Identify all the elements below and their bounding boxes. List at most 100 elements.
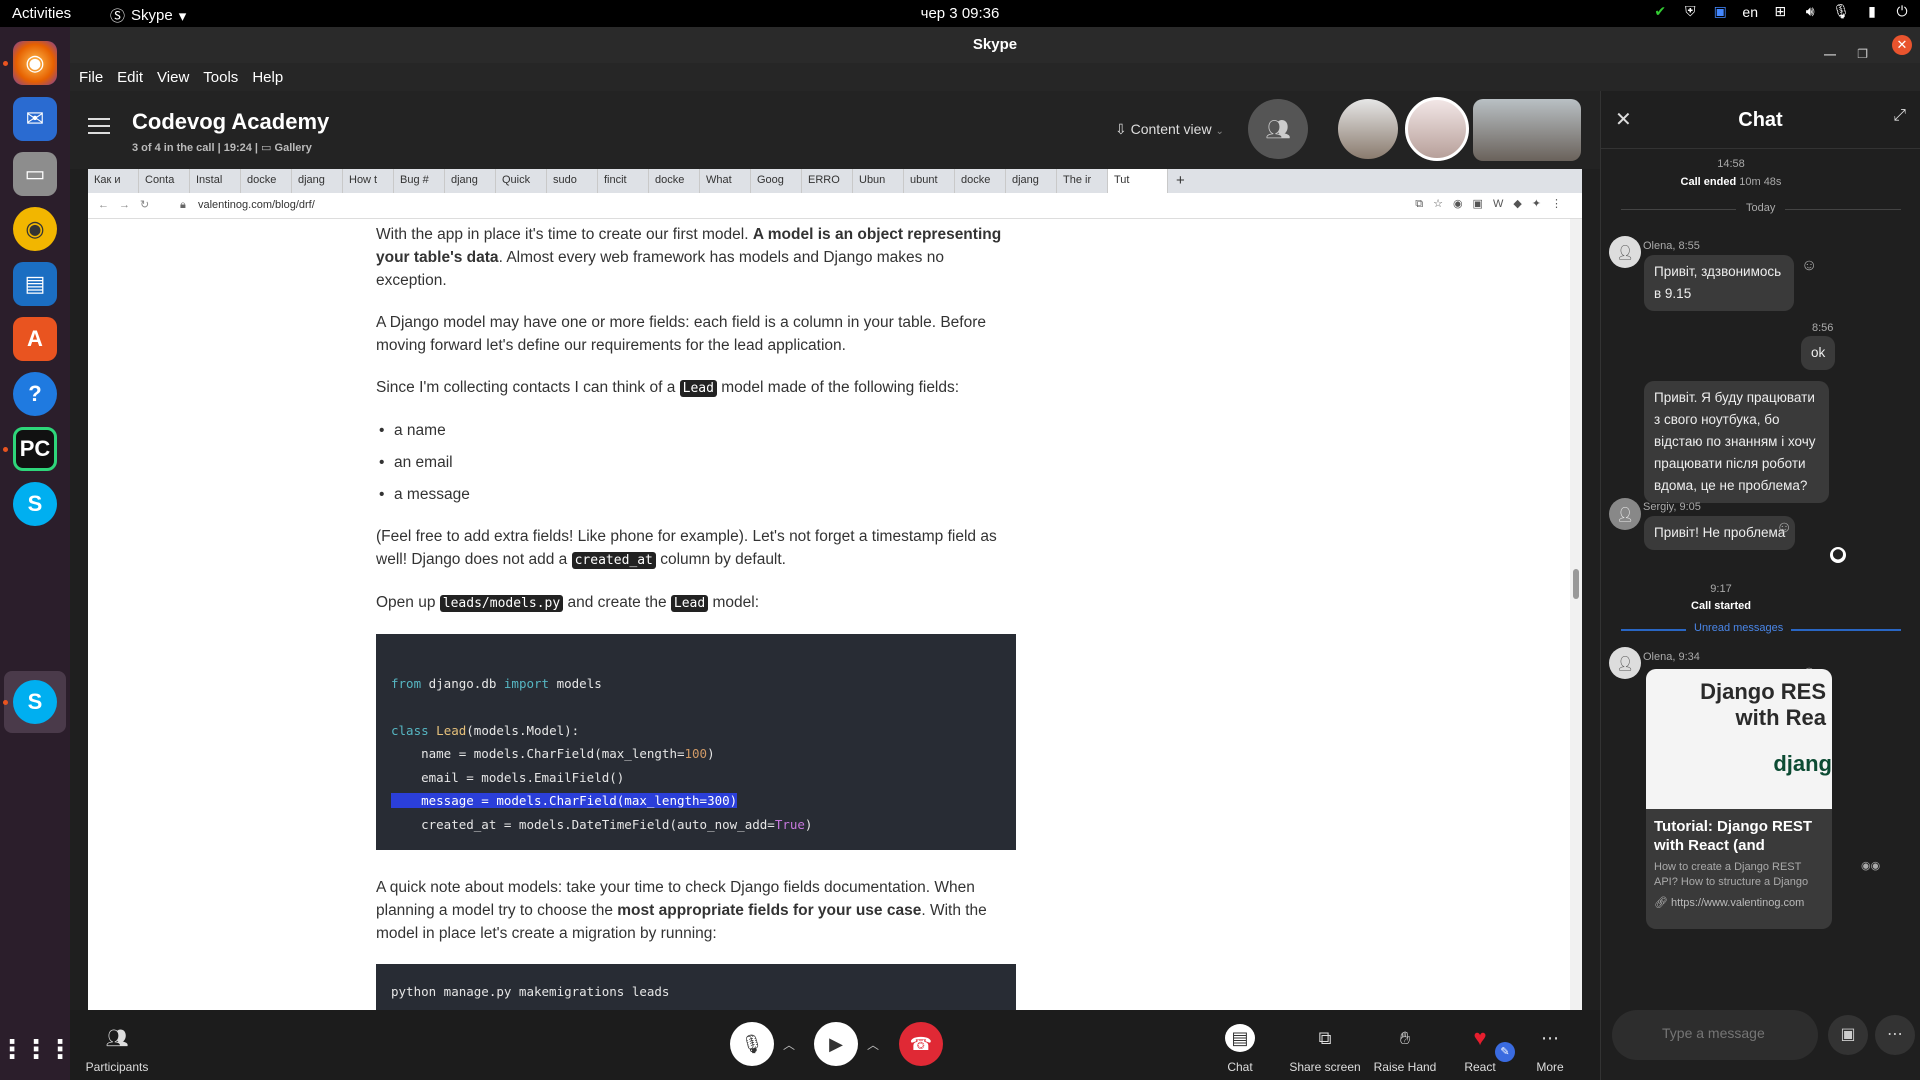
browser-tab[interactable]: djang [445, 169, 496, 193]
firefox-icon[interactable]: ◉ [13, 41, 57, 85]
camera-options-chevron-icon[interactable]: ︿ [867, 1036, 879, 1053]
participants-button[interactable]: 👥︎ Participants [82, 1024, 152, 1075]
chat-icon: ▤ [1225, 1024, 1255, 1052]
browser-tab[interactable]: Bug # [394, 169, 445, 193]
browser-tab[interactable]: docke [649, 169, 700, 193]
avatar-olena[interactable]: 👤︎ [1609, 236, 1641, 268]
lock-icon: 🔒︎ [180, 199, 186, 211]
link-preview-url: 🔗︎ https://www.valentinog.com [1646, 890, 1832, 915]
pycharm-icon[interactable]: PC [13, 427, 57, 471]
browser-tab[interactable]: Как и [88, 169, 139, 193]
link-preview-card[interactable]: Django RES with Rea djang Tutorial: Djan… [1646, 669, 1832, 929]
chat-button[interactable]: ▤ Chat [1210, 1024, 1270, 1074]
new-tab-icon[interactable]: + [1168, 169, 1193, 193]
avatar-olena[interactable]: 👤︎ [1609, 647, 1641, 679]
page-scrollbar[interactable] [1570, 219, 1582, 1014]
message-bubble[interactable]: Привіт! Не проблема [1644, 516, 1796, 550]
check-icon[interactable]: ✔ [1652, 3, 1668, 20]
files-icon[interactable]: ▭ [13, 152, 57, 196]
mic-icon[interactable]: 🎙︎ [1832, 3, 1850, 20]
browser-tab-active[interactable]: Tut [1108, 169, 1168, 193]
zoom-icon[interactable]: ▣ [1712, 3, 1728, 20]
mic-options-chevron-icon[interactable]: ︿ [783, 1036, 795, 1053]
browser-tab[interactable]: ubunt [904, 169, 955, 193]
emoji-react-icon[interactable]: ☺ [1801, 257, 1817, 275]
software-center-icon[interactable]: A [13, 317, 57, 361]
participant-video[interactable] [1473, 99, 1581, 161]
hamburger-icon[interactable] [88, 118, 110, 134]
date-label: Today [1736, 202, 1786, 214]
paragraph: Since I'm collecting contacts I can thin… [376, 379, 960, 397]
skype-dock-icon[interactable]: S [13, 482, 57, 526]
add-participant-icon[interactable]: 👥︎ [1248, 99, 1308, 159]
attach-contact-button[interactable]: ▣ [1828, 1015, 1868, 1055]
help-icon[interactable]: ? [13, 372, 57, 416]
browser-tab[interactable]: Quick [496, 169, 547, 193]
menu-tools[interactable]: Tools [203, 69, 238, 86]
call-control-bar: 👥︎ Participants 🎙︎ ︿ ▶︎ ︿ ☎︎ ▤ Chat ⧉ Sh… [70, 1010, 1600, 1080]
volume-icon[interactable]: 🔊︎ [1802, 3, 1818, 20]
message-bubble-own[interactable]: ok [1801, 336, 1836, 370]
selected-code-line[interactable]: message = models.CharField(max_length=30… [391, 793, 738, 808]
emoji-react-icon[interactable]: ☺ [1776, 519, 1792, 537]
browser-tab[interactable]: How t [343, 169, 394, 193]
close-window-icon[interactable]: ✕ [1892, 35, 1912, 55]
message-bubble[interactable]: Привіт, здзвонимось в 9.15 [1644, 255, 1794, 311]
menu-file[interactable]: File [79, 69, 103, 86]
browser-tab[interactable]: ERRO [802, 169, 853, 193]
share-screen-button[interactable]: ⧉ Share screen [1285, 1024, 1365, 1075]
network-icon[interactable]: ⊞ [1772, 3, 1788, 20]
show-apps-icon[interactable]: ⋮⋮⋮ [0, 1027, 73, 1071]
browser-tab[interactable]: fincit [598, 169, 649, 193]
system-tray[interactable]: ✔ ⛨ ▣ en ⊞ 🔊︎ 🎙︎ ▮ ⏻ [1652, 3, 1910, 20]
browser-tab[interactable]: docke [955, 169, 1006, 193]
camera-button[interactable]: ▶︎ [814, 1022, 858, 1066]
language-indicator[interactable]: en [1742, 4, 1758, 20]
skype-active-icon[interactable]: S [13, 680, 57, 724]
rhythmbox-icon[interactable]: ◉ [13, 207, 57, 251]
browser-tab[interactable]: sudo [547, 169, 598, 193]
code-block[interactable]: from django.db import models class Lead(… [376, 634, 1016, 850]
thunderbird-icon[interactable]: ✉ [13, 97, 57, 141]
message-input[interactable] [1662, 1025, 1802, 1041]
content-view-button[interactable]: ⇩ Content view ⌄ [1115, 121, 1224, 138]
browser-tab[interactable]: The ir [1057, 169, 1108, 193]
avatar-sergiy[interactable]: 👤︎ [1609, 498, 1641, 530]
browser-tab[interactable]: djang [1006, 169, 1057, 193]
command-block[interactable]: python manage.py makemigrations leads [376, 964, 1016, 1014]
shield-icon[interactable]: ⛨ [1682, 3, 1698, 20]
browser-tab[interactable]: djang [292, 169, 343, 193]
menu-view[interactable]: View [157, 69, 189, 86]
browser-tab[interactable]: docke [241, 169, 292, 193]
url-field[interactable]: valentinog.com/blog/drf/ [198, 199, 315, 211]
clock[interactable]: чер 3 09:36 [0, 5, 1920, 22]
participant-avatar-1[interactable] [1338, 99, 1398, 159]
link-url-text: https://www.valentinog.com [1671, 897, 1805, 909]
address-bar: ←→↻ 🔒︎ valentinog.com/blog/drf/ ⧉☆◉▣W◆✦⋮ [88, 193, 1582, 219]
browser-tab[interactable]: Goog [751, 169, 802, 193]
writer-icon[interactable]: ▤ [13, 262, 57, 306]
expand-icon[interactable]: ⤢ [1893, 107, 1906, 125]
scroll-down-icon[interactable]: ⬤ [1830, 547, 1846, 563]
power-icon[interactable]: ⏻ [1894, 3, 1910, 20]
raise-hand-button[interactable]: ✋︎ Raise Hand [1370, 1024, 1440, 1075]
extensions-icons[interactable]: ⧉☆◉▣W◆✦⋮ [1415, 197, 1572, 211]
participant-avatar-2[interactable] [1405, 97, 1469, 161]
browser-tab[interactable]: Ubun [853, 169, 904, 193]
nav-buttons-icons[interactable]: ←→↻ [98, 198, 159, 211]
menu-edit[interactable]: Edit [117, 69, 143, 86]
microphone-button[interactable]: 🎙︎ [730, 1022, 774, 1066]
more-options-button[interactable]: ⋯ [1875, 1015, 1915, 1055]
more-button[interactable]: ⋯ More [1520, 1024, 1580, 1075]
browser-tab[interactable]: What [700, 169, 751, 193]
menu-help[interactable]: Help [252, 69, 283, 86]
battery-icon[interactable]: ▮ [1864, 3, 1880, 20]
edit-reaction-icon[interactable]: ✎ [1495, 1042, 1515, 1062]
message-bubble-own[interactable]: Привіт. Я буду працювати з свого ноутбук… [1644, 381, 1829, 503]
browser-tab[interactable]: Instal [190, 169, 241, 193]
hang-up-button[interactable]: ☎︎ [899, 1022, 943, 1066]
list-item: an email [376, 451, 1016, 474]
chat-title: Chat [1738, 109, 1783, 131]
browser-tab[interactable]: Conta [139, 169, 190, 193]
gallery-label[interactable]: Gallery [275, 142, 312, 154]
